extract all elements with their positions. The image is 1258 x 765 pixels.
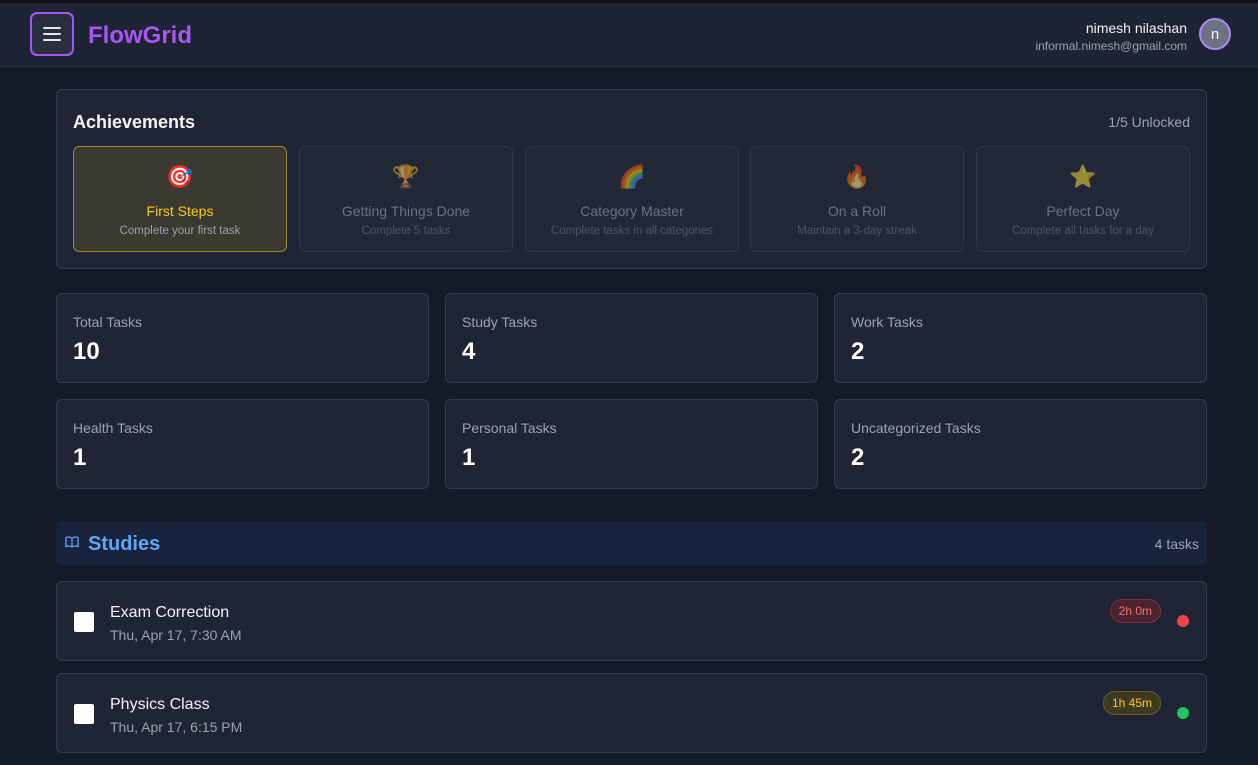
achievement-description: Complete 5 tasks: [361, 225, 451, 237]
stat-value: 4: [462, 338, 476, 365]
avatar[interactable]: n: [1199, 18, 1231, 50]
stat-card-total: Total Tasks 10: [56, 293, 429, 383]
hamburger-icon: [43, 27, 61, 41]
achievement-name: First Steps: [146, 203, 214, 219]
trophy-icon: 🏆: [392, 164, 420, 189]
rainbow-icon: 🌈: [618, 164, 646, 189]
achievement-getting-things-done[interactable]: 🏆 Getting Things Done Complete 5 tasks: [299, 146, 513, 252]
stat-label: Study Tasks: [462, 314, 538, 330]
stat-card-personal: Personal Tasks 1: [445, 399, 818, 489]
task-item[interactable]: Physics Class Thu, Apr 17, 6:15 PM 1h 45…: [56, 673, 1207, 753]
achievements-unlocked-count: 1/5 Unlocked: [1108, 114, 1190, 130]
user-name: nimesh nilashan: [1085, 20, 1187, 36]
achievement-first-steps[interactable]: 🎯 First Steps Complete your first task: [73, 146, 287, 252]
fire-icon: 🔥: [843, 164, 871, 189]
achievement-on-a-roll[interactable]: 🔥 On a Roll Maintain a 3-day streak: [750, 146, 964, 252]
target-icon: 🎯: [166, 164, 194, 189]
task-datetime: Thu, Apr 17, 6:15 PM: [110, 719, 243, 735]
star-icon: ⭐: [1069, 164, 1097, 189]
stat-label: Personal Tasks: [462, 420, 557, 436]
book-icon: [65, 536, 79, 548]
stat-value: 1: [462, 444, 476, 471]
achievement-name: On a Roll: [827, 203, 887, 219]
achievements-panel: Achievements 1/5 Unlocked 🎯 First Steps …: [56, 89, 1207, 269]
top-bar: FlowGrid nimesh nilashan informal.nimesh…: [0, 0, 1258, 67]
stat-label: Work Tasks: [851, 314, 923, 330]
achievement-description: Maintain a 3-day streak: [797, 225, 917, 237]
duration-badge: 2h 0m: [1109, 599, 1161, 623]
stat-value: 10: [73, 338, 100, 365]
task-checkbox[interactable]: [74, 612, 94, 632]
achievement-name: Category Master: [580, 203, 684, 219]
task-title: Physics Class: [110, 696, 210, 713]
stat-label: Total Tasks: [73, 314, 142, 330]
task-item[interactable]: Exam Correction Thu, Apr 17, 7:30 AM 2h …: [56, 581, 1207, 661]
stat-card-work: Work Tasks 2: [834, 293, 1207, 383]
achievement-name: Getting Things Done: [341, 203, 471, 219]
achievement-perfect-day[interactable]: ⭐ Perfect Day Complete all tasks for a d…: [976, 146, 1190, 252]
task-title: Exam Correction: [110, 604, 230, 621]
stat-card-study: Study Tasks 4: [445, 293, 818, 383]
studies-section-header[interactable]: Studies 4 tasks: [56, 521, 1207, 565]
priority-dot: [1177, 615, 1189, 627]
user-email: informal.nimesh@gmail.com: [1035, 39, 1187, 53]
stat-value: 2: [851, 444, 865, 471]
achievement-description: Complete tasks in all categories: [550, 225, 714, 237]
priority-dot: [1177, 707, 1189, 719]
app-logo-text[interactable]: FlowGrid: [88, 22, 192, 50]
achievement-category-master[interactable]: 🌈 Category Master Complete tasks in all …: [525, 146, 739, 252]
stat-value: 1: [73, 444, 87, 471]
achievement-name: Perfect Day: [1046, 203, 1120, 219]
menu-button[interactable]: [30, 12, 74, 56]
stat-card-uncategorized: Uncategorized Tasks 2: [834, 399, 1207, 489]
section-task-count: 4 tasks: [1154, 536, 1199, 552]
achievement-description: Complete all tasks for a day: [1012, 225, 1154, 237]
duration-badge: 1h 45m: [1102, 691, 1161, 715]
stat-label: Health Tasks: [73, 420, 153, 436]
stat-value: 2: [851, 338, 865, 365]
task-checkbox[interactable]: [74, 704, 94, 724]
stat-card-health: Health Tasks 1: [56, 399, 429, 489]
section-title: Studies: [88, 533, 161, 555]
achievements-title: Achievements: [73, 112, 196, 132]
stat-label: Uncategorized Tasks: [851, 420, 981, 436]
achievement-description: Complete your first task: [119, 225, 241, 237]
task-datetime: Thu, Apr 17, 7:30 AM: [110, 627, 242, 643]
